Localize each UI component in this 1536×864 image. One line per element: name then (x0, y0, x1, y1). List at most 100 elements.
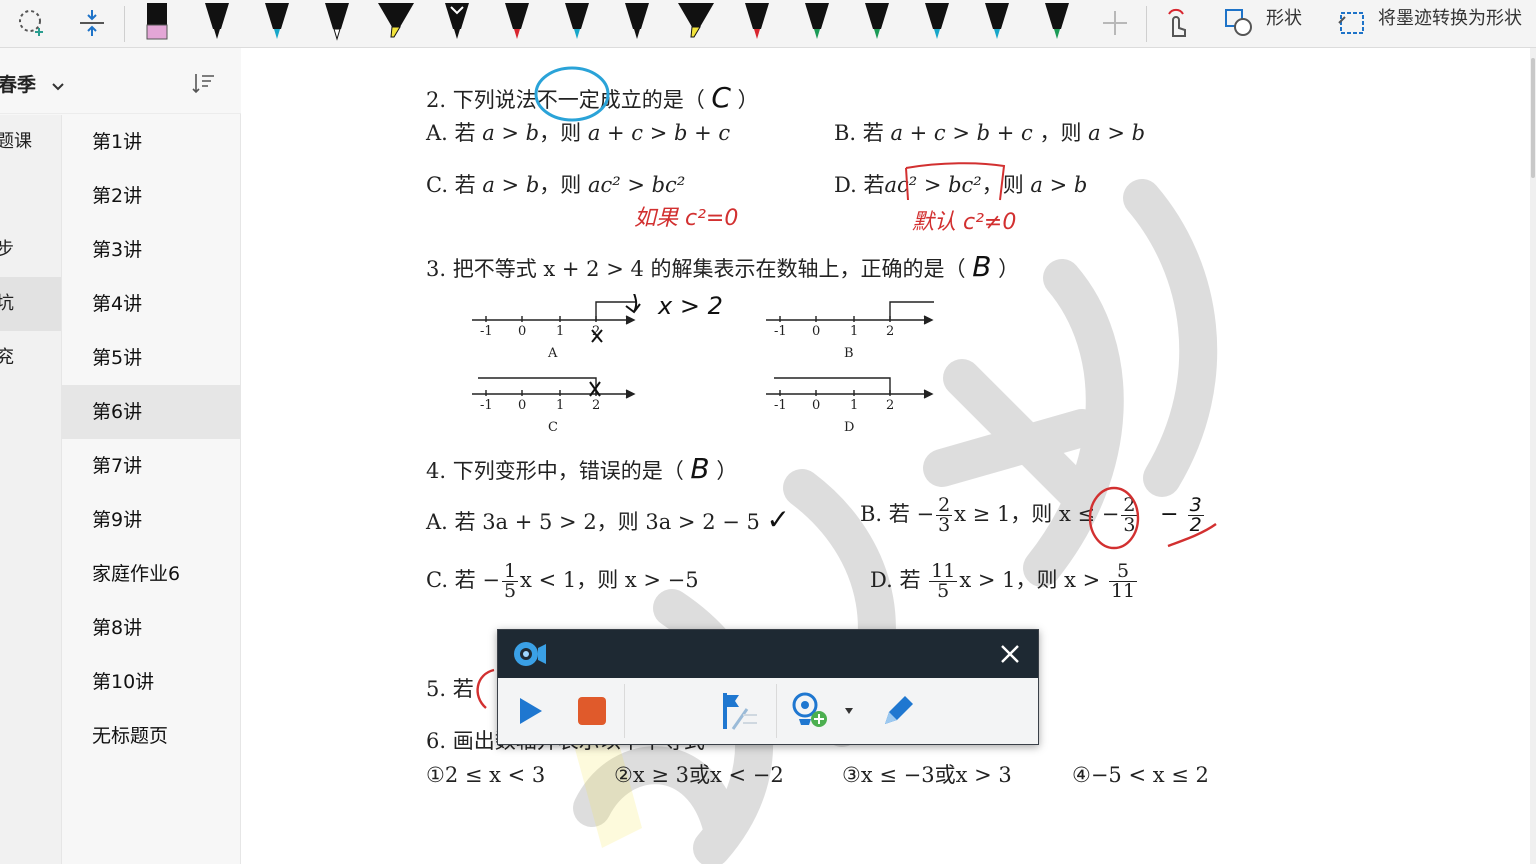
page-item-selected[interactable]: 第6讲 (62, 385, 240, 439)
notebook-sidebar: 春季 题课 步 坑 兖 第1讲 第2讲 第3讲 第4讲 第5讲 第6讲 第7讲 … (0, 48, 241, 864)
highlighter-yellow-icon[interactable] (376, 0, 416, 46)
section-label: 兖 (0, 331, 14, 385)
pen-red-icon[interactable] (500, 0, 534, 46)
option-connector: ，则 (1032, 121, 1089, 145)
question-2-handwritten-answer: C (711, 81, 731, 114)
chevron-down-icon[interactable] (51, 75, 65, 97)
option-connector: x > 1，则 x > (959, 568, 1107, 592)
pen-green-3-icon[interactable] (1040, 0, 1074, 46)
pen-red-2-icon[interactable] (740, 0, 774, 46)
page-item[interactable]: 第1讲 (62, 115, 240, 169)
shapes-icon[interactable] (1222, 0, 1256, 46)
option-connector: ，则 (539, 121, 588, 145)
ink-to-shape-icon[interactable] (1334, 0, 1370, 46)
option-math: a > b (482, 173, 540, 197)
insert-space-icon[interactable] (74, 0, 110, 46)
section-group-title[interactable]: 春季 (0, 70, 65, 97)
drawing-toolbar: 形状 将墨迹转换为形状 (0, 0, 1536, 48)
section-item-selected[interactable]: 坑 (0, 277, 61, 331)
tick-label: -1 (774, 398, 787, 413)
pen-white-icon[interactable] (320, 0, 354, 46)
close-icon[interactable] (998, 642, 1022, 670)
numerator: 1 (501, 560, 519, 582)
pen-cyan-4-icon[interactable] (980, 0, 1014, 46)
option-math: a + c > b + c (587, 121, 731, 145)
option-label-b: B (844, 346, 854, 361)
tick-label: 1 (556, 324, 565, 339)
question-2-option-b: B. 若 a + c > b + c ，则 a > b (834, 120, 1145, 146)
page-item[interactable]: 第10讲 (62, 655, 240, 709)
play-button[interactable] (512, 692, 548, 730)
pen-cyan-2-icon[interactable] (560, 0, 594, 46)
fraction: 15 (501, 560, 519, 602)
option-math: a > b (1088, 121, 1146, 145)
tick-label: 1 (850, 398, 859, 413)
sidebar-header: 春季 (0, 48, 241, 114)
pen-black-2-icon[interactable] (620, 0, 654, 46)
page-item[interactable]: 无标题页 (62, 709, 240, 763)
shapes-label[interactable]: 形状 (1266, 8, 1302, 30)
highlighter-pink-icon[interactable] (140, 0, 174, 46)
recorder-titlebar[interactable] (498, 630, 1038, 678)
page-item[interactable]: 第3讲 (62, 223, 240, 277)
section-label: 步 (0, 223, 14, 277)
add-pen-icon[interactable] (1100, 0, 1130, 46)
question-4-option-a: A. 若 3a + 5 > 2，则 3a > 2 − 5 ✓ (426, 506, 790, 535)
checkmark-annotation: ✓ (766, 503, 791, 536)
sort-pages-icon[interactable] (192, 72, 216, 98)
denominator: 5 (503, 580, 517, 602)
fraction: 11 5 (929, 560, 958, 601)
question-4-close: ） (716, 459, 738, 483)
page-item[interactable]: 第2讲 (62, 169, 240, 223)
highlighter-yellow-2-icon[interactable] (676, 0, 716, 46)
section-item[interactable] (0, 169, 61, 223)
page-item[interactable]: 第8讲 (62, 601, 240, 655)
option-connector: x < 1，则 x > −5 (520, 568, 699, 592)
annotate-region-icon[interactable] (718, 688, 762, 734)
scrollbar-thumb[interactable] (1531, 58, 1535, 178)
tick-label: 0 (518, 398, 527, 413)
section-label: 坑 (0, 277, 14, 331)
red-circle-annotation (1088, 486, 1217, 550)
pen-green-icon[interactable] (800, 0, 834, 46)
pen-cyan-icon[interactable] (260, 0, 294, 46)
page-item[interactable]: 第7讲 (62, 439, 240, 493)
pencil-icon[interactable] (878, 690, 918, 732)
tick-label: -1 (480, 398, 493, 413)
option-prefix: A. 若 (426, 121, 483, 145)
blue-circle-annotation (534, 66, 610, 122)
touch-draw-icon[interactable] (1160, 0, 1194, 46)
page-item[interactable]: 第5讲 (62, 331, 240, 385)
vertical-scrollbar[interactable] (1530, 48, 1536, 864)
question-5-stem: 5. 若 (426, 677, 474, 701)
red-handwritten-note-d: 默认 c²≠0 (912, 210, 1017, 235)
pen-cyan-3-icon[interactable] (920, 0, 954, 46)
lasso-select-icon[interactable] (14, 0, 50, 46)
tick-label: 1 (556, 398, 565, 413)
denominator: 3 (938, 514, 951, 536)
number-line-options (472, 294, 934, 399)
section-item[interactable]: 步 (0, 223, 61, 277)
option-math: ac² > bc² (587, 173, 686, 197)
pen-black-icon[interactable] (200, 0, 234, 46)
page-item[interactable]: 家庭作业6 (62, 547, 240, 601)
pen-black-selected-icon[interactable] (440, 0, 474, 46)
pen-green-2-icon[interactable] (860, 0, 894, 46)
ink-to-shape-label[interactable]: 将墨迹转换为形状 (1378, 8, 1522, 30)
tick-label: 0 (518, 324, 527, 339)
page-list: 第1讲 第2讲 第3讲 第4讲 第5讲 第6讲 第7讲 第9讲 家庭作业6 第8… (62, 115, 240, 864)
section-item[interactable]: 兖 (0, 331, 61, 385)
page-item[interactable]: 第4讲 (62, 277, 240, 331)
question-2-option-a: A. 若 a > b，则 a + c > b + c (426, 120, 730, 146)
dropdown-arrow-icon[interactable] (842, 704, 856, 718)
option-prefix: B. 若 − (860, 502, 935, 526)
page-item[interactable]: 第9讲 (62, 493, 240, 547)
section-item[interactable]: 题课 (0, 115, 61, 169)
question-6-item: ③x ≤ −3或x > 3 (842, 763, 1012, 787)
numerator: 11 (929, 560, 958, 582)
stop-button[interactable] (574, 692, 610, 730)
option-connector: ，则 (539, 173, 588, 197)
question-4-option-c: C. 若 −1 5 x < 1，则 x > −5 (426, 562, 699, 601)
question-3-text: 3. 把不等式 x + 2 > 4 的解集表示在数轴上，正确的是（ (426, 257, 966, 281)
webcam-add-icon[interactable] (790, 690, 830, 732)
